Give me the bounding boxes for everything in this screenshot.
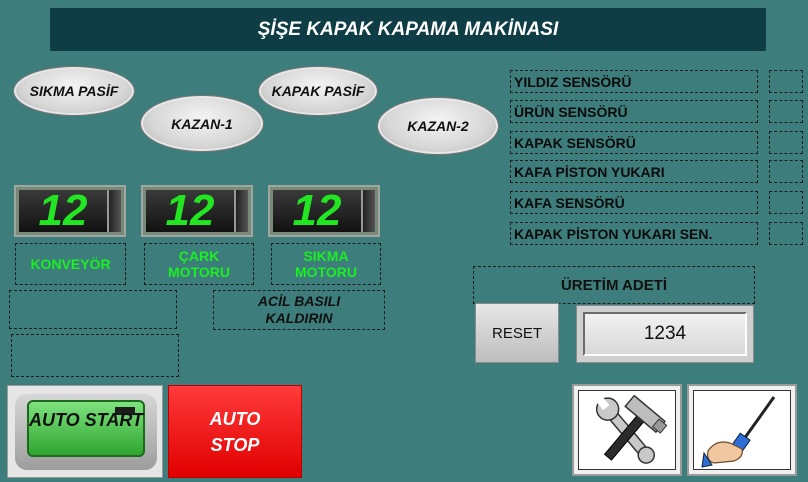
- manual-button[interactable]: [687, 384, 797, 476]
- kapak-status-indicator: KAPAK PASİF: [258, 66, 378, 116]
- kazan-1-indicator: KAZAN-1: [140, 95, 264, 152]
- sensor-label-kapak: KAPAK SENSÖRÜ: [510, 131, 758, 154]
- settings-button[interactable]: [572, 384, 682, 476]
- sikma-value: 12: [273, 189, 361, 233]
- sensor-label-urun: ÜRÜN SENSÖRÜ: [510, 100, 758, 123]
- konveyor-value: 12: [19, 189, 107, 233]
- production-label: ÜRETİM ADETİ: [473, 266, 755, 304]
- konveyor-display: 12: [14, 185, 126, 237]
- sensor-label-yildiz: YILDIZ SENSÖRÜ: [510, 70, 758, 93]
- screwdriver-hand-icon: [693, 390, 791, 470]
- sensor-led-kafa: [769, 191, 803, 214]
- cark-motor-label: ÇARK MOTORU: [144, 243, 254, 285]
- reset-button[interactable]: RESET: [475, 303, 559, 363]
- production-count: 1234: [583, 312, 747, 356]
- auto-start-face: AUTO START: [27, 400, 145, 457]
- auto-start-pad: AUTO START: [15, 394, 157, 470]
- kazan-2-indicator: KAZAN-2: [377, 97, 499, 155]
- cark-value: 12: [146, 189, 234, 233]
- message-box-1: [9, 290, 177, 329]
- konveyor-display-bar: [107, 190, 121, 232]
- sensor-led-kapak: [769, 131, 803, 154]
- sikma-motor-label: SIKMA MOTORU: [271, 243, 381, 285]
- sikma-status-indicator: SIKMA PASİF: [13, 66, 135, 116]
- message-box-2: [11, 334, 179, 377]
- sikma-display: 12: [268, 185, 380, 237]
- konveyor-label: KONVEYÖR: [15, 243, 126, 285]
- cark-display: 12: [141, 185, 253, 237]
- emergency-message: ACİL BASILI KALDIRIN: [213, 290, 385, 330]
- sensor-label-kapak-piston: KAPAK PİSTON YUKARI SEN.: [510, 222, 758, 245]
- auto-start-button[interactable]: AUTO START: [7, 385, 163, 478]
- production-counter: 1234: [576, 305, 754, 363]
- sensor-led-kafa-piston: [769, 160, 803, 183]
- tools-icon: [578, 390, 676, 470]
- sensor-led-kapak-piston: [769, 222, 803, 245]
- sensor-label-kafa: KAFA SENSÖRÜ: [510, 191, 758, 214]
- auto-stop-label: AUTO STOP: [209, 408, 261, 455]
- sensor-label-kafa-piston: KAFA PİSTON YUKARI: [510, 160, 758, 183]
- sensor-led-urun: [769, 100, 803, 123]
- auto-start-label: AUTO START: [29, 410, 144, 430]
- sikma-display-bar: [361, 190, 375, 232]
- sensor-led-yildiz: [769, 70, 803, 93]
- auto-stop-button[interactable]: AUTO STOP: [168, 385, 302, 478]
- page-title: ŞİŞE KAPAK KAPAMA MAKİNASI: [50, 8, 766, 51]
- cark-display-bar: [234, 190, 248, 232]
